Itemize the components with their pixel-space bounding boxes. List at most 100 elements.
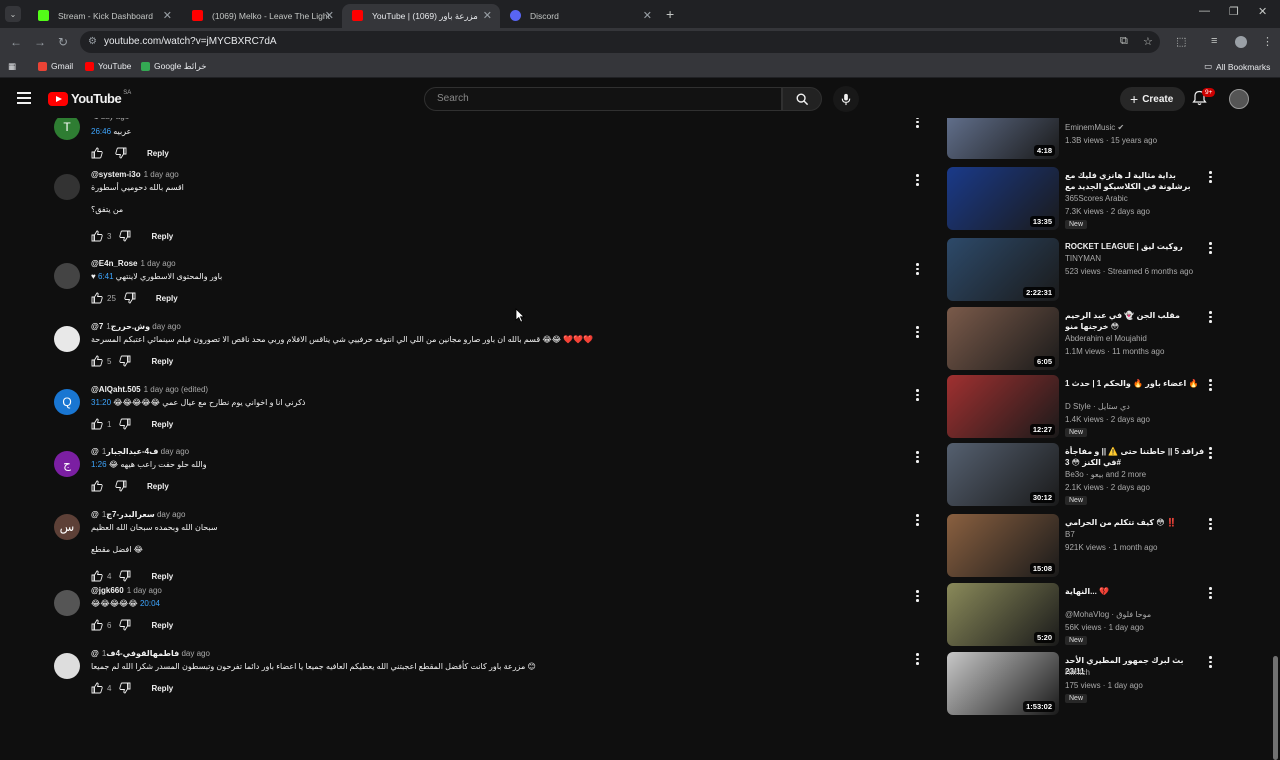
comment-timestamp-link[interactable]: 6:41 [98,272,114,281]
close-icon[interactable]: ✕ [643,9,652,22]
like-icon[interactable] [91,292,103,304]
close-icon[interactable]: ✕ [483,9,492,22]
comment-author[interactable]: @سعرالبدر-7ج [91,510,155,519]
avatar[interactable] [54,653,80,679]
new-tab-icon[interactable]: + [666,6,674,22]
reply-button[interactable]: Reply [156,294,178,303]
page-scrollbar[interactable] [1271,80,1280,760]
address-bar[interactable]: ⚙ youtube.com/watch?v=jMYCBXRC7dA [80,31,1160,53]
back-icon[interactable]: ← [10,35,22,49]
reply-button[interactable]: Reply [147,149,169,158]
channel-name[interactable]: Be3o · بيعو and 2 more [1065,470,1146,479]
like-icon[interactable] [91,570,103,582]
like-icon[interactable] [91,418,103,430]
avatar[interactable] [54,590,80,616]
comment-author[interactable]: @system-i3o [91,170,141,179]
video-title[interactable]: بداية مثالية لـ هانزي فليك مع برشلونة في… [1065,170,1205,192]
channel-name[interactable]: B7 [1065,530,1075,539]
minimize-icon[interactable]: — [1199,5,1210,17]
like-icon[interactable] [91,682,103,694]
search-button[interactable] [782,87,822,111]
comment-menu-icon[interactable] [916,263,920,277]
related-video[interactable]: 12:27 اعضاء باور 🔥 والحكم 1 | حدث 1 🔥 D St… [947,375,1267,439]
comment-date[interactable]: 1 day ago [144,170,179,179]
extensions-icon[interactable]: ⬚ [1176,35,1186,48]
menu-icon[interactable] [17,92,31,107]
comment-menu-icon[interactable] [916,653,920,667]
avatar[interactable]: ج [54,451,80,477]
reply-button[interactable]: Reply [151,232,173,241]
video-title[interactable]: فراقد 5 || حاطتنا حتى ⚠️ || و مفاجأة في … [1065,446,1205,468]
dislike-icon[interactable] [119,682,131,694]
browser-tab[interactable]: Discord ✕ [500,4,660,28]
browser-tab-active[interactable]: YouTube | مزرعة باور (1069) ✕ [342,4,500,28]
dislike-icon[interactable] [119,355,131,367]
related-video[interactable]: 15:08 كيف تتكلم من الحرامي 😳 ‼️ B7 921K vie… [947,514,1267,578]
comment-timestamp-link[interactable]: 26:46 [91,127,111,136]
media-icon[interactable]: ≡ [1211,35,1217,47]
video-thumbnail[interactable]: 13:35 [947,167,1059,230]
forward-icon[interactable]: → [34,35,46,49]
channel-name[interactable]: D Style · دي ستايل [1065,402,1130,411]
related-video[interactable]: 4:18Music Video)EminemMusic ✔1.3B views … [947,118,1267,160]
apps-icon[interactable]: ▦ [8,61,16,72]
like-icon[interactable] [91,230,103,242]
account-avatar[interactable] [1229,89,1249,109]
like-icon[interactable] [91,480,103,492]
video-title[interactable]: مقلب الجن 👻 في عبد الرحيم خرجنها منو 😳 [1065,310,1205,332]
maximize-icon[interactable]: ❐ [1229,5,1239,18]
channel-name[interactable]: 365Scores Arabic [1065,194,1128,203]
comment-menu-icon[interactable] [916,118,920,130]
close-window-icon[interactable]: ✕ [1258,5,1267,18]
dislike-icon[interactable] [119,619,131,631]
channel-name[interactable]: Abderahim el Moujahid [1065,334,1147,343]
bookmark-star-icon[interactable]: ☆ [1143,35,1153,48]
channel-name[interactable]: TINYMAN [1065,254,1101,263]
video-thumbnail[interactable]: 30:12 [947,443,1059,506]
comment-timestamp-link[interactable]: 31:20 [91,398,111,407]
video-thumbnail[interactable]: 1:53:02 [947,652,1059,715]
video-thumbnail[interactable]: 5:20 [947,583,1059,646]
comment-menu-icon[interactable] [916,389,920,403]
comment-author[interactable]: @E4n_Rose [91,259,137,268]
like-icon[interactable] [91,147,103,159]
dislike-icon[interactable] [119,418,131,430]
profile-avatar[interactable] [1235,36,1247,48]
channel-name[interactable]: Himtch [1065,668,1090,677]
scrollbar-thumb[interactable] [1273,656,1278,760]
dislike-icon[interactable] [115,147,127,159]
video-title[interactable]: اعضاء باور 🔥 والحكم 1 | حدث 1 🔥 [1065,378,1205,389]
avatar[interactable]: Q [54,389,80,415]
video-thumbnail[interactable]: 15:08 [947,514,1059,577]
comment-timestamp-link[interactable]: 20:04 [140,599,160,608]
dislike-icon[interactable] [119,570,131,582]
youtube-logo[interactable]: YouTube SA [48,90,131,106]
related-video[interactable]: 6:05 مقلب الجن 👻 في عبد الرحيم خرجنها منو… [947,307,1267,371]
like-icon[interactable] [91,355,103,367]
dislike-icon[interactable] [124,292,136,304]
search-input[interactable] [437,93,757,104]
avatar[interactable]: س [54,514,80,540]
comment-menu-icon[interactable] [916,326,920,340]
bookmark-gmail[interactable]: Gmail [38,61,73,71]
bookmark-maps[interactable]: Google خرائط [141,61,207,72]
related-video[interactable]: 30:12 فراقد 5 || حاطتنا حتى ⚠️ || و مفاجأ… [947,443,1267,507]
video-menu-icon[interactable] [1209,311,1213,325]
dislike-icon[interactable] [115,480,127,492]
bookmark-youtube[interactable]: YouTube [85,61,131,71]
video-title[interactable]: كيف تتكلم من الحرامي 😳 ‼️ [1065,517,1205,528]
voice-search-button[interactable] [833,86,859,112]
like-icon[interactable] [91,619,103,631]
comment-menu-icon[interactable] [916,514,920,528]
video-thumbnail[interactable]: 6:05 [947,307,1059,370]
reply-button[interactable]: Reply [151,420,173,429]
reload-icon[interactable]: ↻ [58,35,68,49]
video-thumbnail[interactable]: 2:22:31 [947,238,1059,301]
tab-search-button[interactable]: ⌄ [5,6,21,22]
browser-menu-icon[interactable]: ⋮ [1262,35,1273,48]
comment-author[interactable]: @jgk660 [91,586,124,595]
comment-author[interactable]: @وش.حررج7 [91,322,150,331]
comment-date[interactable]: 1 day ago (edited) [144,385,209,394]
related-video[interactable]: 1:53:02 بث لبرك جمهور المطيري الأحد 23/11… [947,652,1267,716]
avatar[interactable]: T [54,118,80,140]
